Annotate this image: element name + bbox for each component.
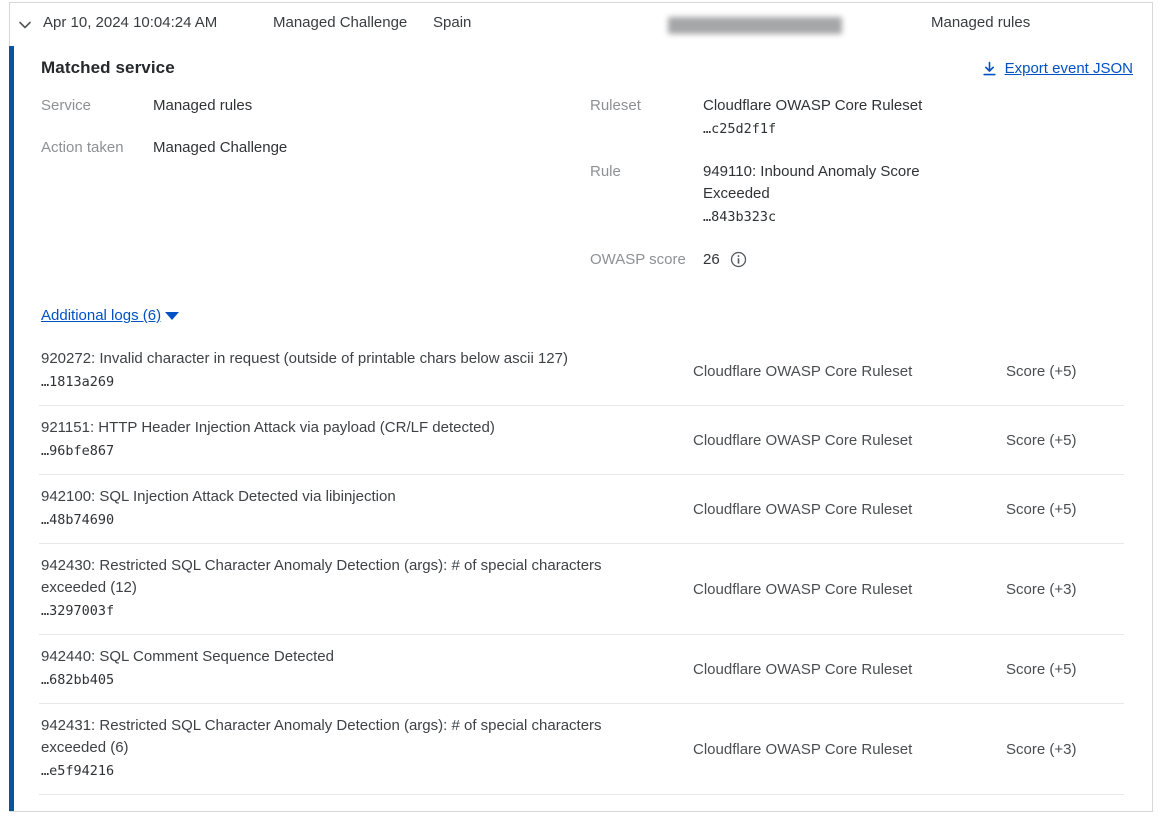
log-ruleset: Cloudflare OWASP Core Ruleset xyxy=(693,501,943,518)
rule-id: …843b323c xyxy=(703,205,943,229)
rule-name: 949110: Inbound Anomaly Score Exceeded xyxy=(703,161,943,205)
log-ruleset: Cloudflare OWASP Core Ruleset xyxy=(693,432,943,449)
additional-logs-table: 920272: Invalid character in request (ou… xyxy=(39,337,1124,795)
fields-column-left: Service Managed rules Action taken Manag… xyxy=(41,95,287,179)
ruleset-id: …c25d2f1f xyxy=(703,117,943,141)
ruleset-field: Ruleset Cloudflare OWASP Core Ruleset …c… xyxy=(590,95,943,141)
log-score: Score (+5) xyxy=(1006,432,1124,449)
log-description: 942431: Restricted SQL Character Anomaly… xyxy=(41,715,633,759)
export-link-label: Export event JSON xyxy=(1005,60,1133,77)
log-score: Score (+3) xyxy=(1006,581,1124,598)
log-ruleset: Cloudflare OWASP Core Ruleset xyxy=(693,661,943,678)
log-score: Score (+5) xyxy=(1006,501,1124,518)
log-ruleset: Cloudflare OWASP Core Ruleset xyxy=(693,363,943,380)
log-rule-id: …3297003f xyxy=(41,599,633,623)
additional-logs-label: Additional logs (6) xyxy=(41,307,161,324)
event-timestamp: Apr 10, 2024 10:04:24 AM xyxy=(43,14,217,31)
log-description: 942440: SQL Comment Sequence Detected xyxy=(41,646,633,668)
log-row: 942430: Restricted SQL Character Anomaly… xyxy=(39,544,1124,635)
log-rule-id: …96bfe867 xyxy=(41,439,633,463)
log-row: 942431: Restricted SQL Character Anomaly… xyxy=(39,704,1124,795)
log-description: 921151: HTTP Header Injection Attack via… xyxy=(41,417,633,439)
log-rule-id: …682bb405 xyxy=(41,668,633,692)
matched-service-fields: Service Managed rules Action taken Manag… xyxy=(14,95,1152,307)
log-description: 920272: Invalid character in request (ou… xyxy=(41,348,633,370)
owasp-score-block: 26 xyxy=(703,249,943,271)
log-row: 920272: Invalid character in request (ou… xyxy=(39,337,1124,406)
export-event-json-link[interactable]: Export event JSON xyxy=(982,60,1133,77)
log-row: 942100: SQL Injection Attack Detected vi… xyxy=(39,475,1124,544)
event-service: Managed rules xyxy=(931,14,1030,31)
service-field: Service Managed rules xyxy=(41,95,287,117)
ruleset-name: Cloudflare OWASP Core Ruleset xyxy=(703,95,943,117)
rule-label: Rule xyxy=(590,161,703,229)
rule-value-block: 949110: Inbound Anomaly Score Exceeded …… xyxy=(703,161,943,229)
owasp-score-value: 26 xyxy=(703,249,720,271)
log-description: 942430: Restricted SQL Character Anomaly… xyxy=(41,555,633,599)
log-ruleset: Cloudflare OWASP Core Ruleset xyxy=(693,581,943,598)
log-rule-id: …48b74690 xyxy=(41,508,633,532)
rule-field: Rule 949110: Inbound Anomaly Score Excee… xyxy=(590,161,943,229)
log-score: Score (+3) xyxy=(1006,741,1124,758)
redacted-value xyxy=(668,17,842,34)
event-detail-panel: Matched service Export event JSON Servic… xyxy=(9,46,1152,811)
additional-logs-toggle[interactable]: Additional logs (6) xyxy=(41,307,179,324)
action-taken-value: Managed Challenge xyxy=(153,137,287,159)
ruleset-label: Ruleset xyxy=(590,95,703,141)
collapse-row-button[interactable] xyxy=(16,16,34,34)
log-rule-id: …1813a269 xyxy=(41,370,633,394)
service-value: Managed rules xyxy=(153,95,252,117)
fields-column-right: Ruleset Cloudflare OWASP Core Ruleset …c… xyxy=(590,95,943,291)
event-row-container: Apr 10, 2024 10:04:24 AM Managed Challen… xyxy=(9,2,1153,812)
log-rule-id: …e5f94216 xyxy=(41,759,633,783)
triangle-down-icon xyxy=(165,312,179,320)
action-taken-label: Action taken xyxy=(41,137,153,159)
owasp-score-field: OWASP score 26 xyxy=(590,249,943,271)
log-score: Score (+5) xyxy=(1006,661,1124,678)
log-row: 942440: SQL Comment Sequence Detected …6… xyxy=(39,635,1124,704)
service-label: Service xyxy=(41,95,153,117)
event-country: Spain xyxy=(433,14,471,31)
download-icon xyxy=(982,61,997,77)
chevron-down-icon xyxy=(16,16,34,34)
info-icon xyxy=(730,251,747,268)
log-description: 942100: SQL Injection Attack Detected vi… xyxy=(41,486,633,508)
log-score: Score (+5) xyxy=(1006,363,1124,380)
action-taken-field: Action taken Managed Challenge xyxy=(41,137,287,159)
owasp-score-label: OWASP score xyxy=(590,249,703,271)
owasp-score-info-button[interactable] xyxy=(730,251,748,269)
log-row: 921151: HTTP Header Injection Attack via… xyxy=(39,406,1124,475)
event-summary-row[interactable]: Apr 10, 2024 10:04:24 AM Managed Challen… xyxy=(10,3,1152,46)
ruleset-value-block: Cloudflare OWASP Core Ruleset …c25d2f1f xyxy=(703,95,943,141)
event-action: Managed Challenge xyxy=(273,14,407,31)
log-ruleset: Cloudflare OWASP Core Ruleset xyxy=(693,741,943,758)
